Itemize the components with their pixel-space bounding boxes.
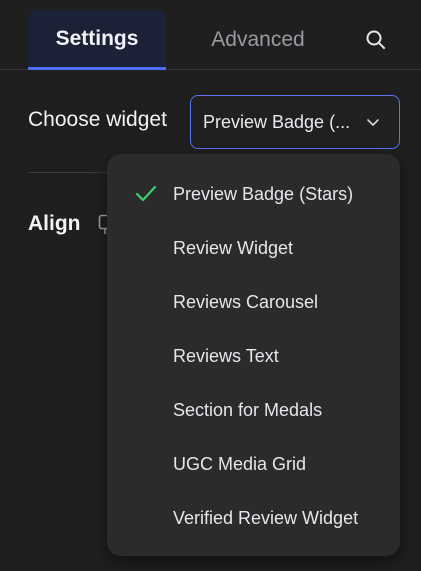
widget-select-value: Preview Badge (...	[203, 111, 351, 132]
widget-settings-panel: Settings Advanced Choose widget Preview …	[0, 0, 421, 571]
dropdown-option-reviews-text[interactable]: Reviews Text	[107, 329, 400, 383]
search-button[interactable]	[360, 24, 392, 56]
widget-dropdown-menu: Preview Badge (Stars) Review Widget Revi…	[107, 154, 400, 556]
dropdown-option-section-medals[interactable]: Section for Medals	[107, 383, 400, 437]
dropdown-option-label: Preview Badge (Stars)	[173, 183, 354, 204]
dropdown-option-label: Review Widget	[173, 237, 294, 258]
align-label: Align	[28, 212, 81, 235]
dropdown-option-label: Section for Medals	[173, 399, 323, 420]
widget-select[interactable]: Preview Badge (...	[190, 95, 400, 149]
chevron-down-icon	[367, 119, 379, 126]
dropdown-option-label: Reviews Text	[173, 345, 279, 366]
section-divider	[28, 172, 108, 173]
tab-settings[interactable]: Settings	[28, 10, 166, 70]
dropdown-option-ugc-media-grid[interactable]: UGC Media Grid	[107, 437, 400, 491]
tab-advanced-label: Advanced	[211, 28, 305, 51]
dropdown-option-label: Reviews Carousel	[173, 291, 319, 312]
dropdown-option-label: UGC Media Grid	[173, 453, 307, 474]
check-icon	[135, 185, 157, 202]
choose-widget-label: Choose widget	[28, 108, 167, 131]
dropdown-option-label: Verified Review Widget	[173, 507, 359, 528]
dropdown-option-verified-review-widget[interactable]: Verified Review Widget	[107, 491, 400, 545]
dropdown-option-reviews-carousel[interactable]: Reviews Carousel	[107, 275, 400, 329]
dropdown-option-preview-badge[interactable]: Preview Badge (Stars)	[107, 167, 400, 221]
tab-bar: Settings Advanced	[0, 0, 421, 70]
dropdown-option-review-widget[interactable]: Review Widget	[107, 221, 400, 275]
tab-advanced[interactable]: Advanced	[180, 10, 336, 70]
search-icon	[366, 30, 385, 49]
tab-settings-label: Settings	[55, 26, 139, 50]
